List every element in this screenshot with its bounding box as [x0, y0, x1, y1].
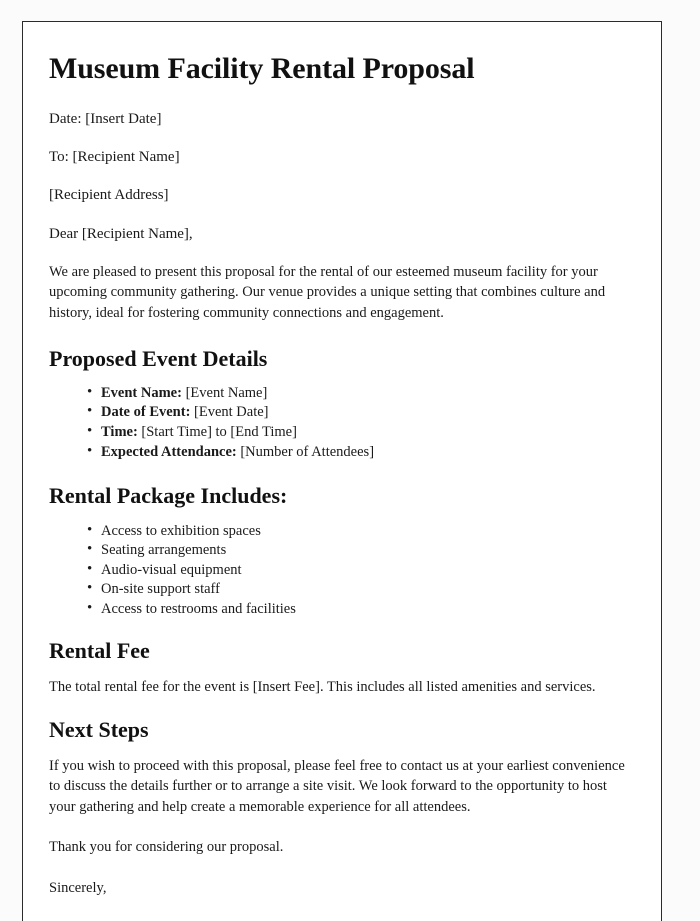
- rental-fee-paragraph: The total rental fee for the event is [I…: [49, 678, 596, 695]
- sign-off-line: Sincerely,: [49, 879, 107, 896]
- event-details-list: Event Name: [Event Name] Date of Event: …: [49, 383, 633, 462]
- document-page: Museum Facility Rental Proposal Date: [I…: [22, 21, 662, 921]
- thank-you-line: Thank you for considering our proposal.: [49, 839, 284, 856]
- list-item-value: [Event Name]: [185, 384, 268, 401]
- section-heading-proposed-event-details: Proposed Event Details: [49, 345, 268, 371]
- list-item: Seating arrangements: [87, 540, 633, 560]
- list-item: Time: [Start Time] to [End Time]: [87, 422, 633, 442]
- list-item-label: Event Name:: [101, 384, 182, 401]
- recipient-name-line: To: [Recipient Name]: [49, 149, 180, 166]
- list-item-label: Time:: [101, 424, 138, 441]
- list-item-label: Date of Event:: [101, 404, 191, 421]
- list-item-value: [Event Date]: [194, 404, 269, 421]
- list-item: Date of Event: [Event Date]: [87, 402, 633, 422]
- rental-package-list: Access to exhibition spaces Seating arra…: [49, 521, 633, 619]
- page-title: Museum Facility Rental Proposal: [49, 52, 475, 85]
- list-item: On-site support staff: [87, 579, 633, 599]
- list-item: Event Name: [Event Name]: [87, 383, 633, 403]
- section-heading-rental-fee: Rental Fee: [49, 638, 150, 664]
- list-item-value: [Number of Attendees]: [240, 443, 375, 460]
- salutation-line: Dear [Recipient Name],: [49, 225, 193, 242]
- list-item-value: Access to exhibition spaces: [101, 522, 261, 539]
- list-item-value: Seating arrangements: [101, 542, 227, 559]
- list-item: Audio-visual equipment: [87, 560, 633, 580]
- next-steps-paragraph: If you wish to proceed with this proposa…: [49, 757, 625, 815]
- recipient-address-line: [Recipient Address]: [49, 187, 169, 204]
- section-heading-rental-package-includes: Rental Package Includes:: [49, 483, 288, 509]
- list-item: Access to restrooms and facilities: [87, 599, 633, 619]
- document-body: Museum Facility Rental Proposal Date: [I…: [23, 22, 661, 898]
- date-line: Date: [Insert Date]: [49, 110, 162, 127]
- list-item: Expected Attendance: [Number of Attendee…: [87, 442, 633, 462]
- list-item-value: [Start Time] to [End Time]: [141, 424, 297, 441]
- list-item-value: Access to restrooms and facilities: [101, 600, 296, 617]
- list-item-value: On-site support staff: [101, 581, 220, 598]
- section-heading-next-steps: Next Steps: [49, 717, 149, 743]
- intro-paragraph: We are pleased to present this proposal …: [49, 263, 606, 321]
- list-item: Access to exhibition spaces: [87, 521, 633, 541]
- list-item-value: Audio-visual equipment: [101, 561, 242, 578]
- list-item-label: Expected Attendance:: [101, 443, 237, 460]
